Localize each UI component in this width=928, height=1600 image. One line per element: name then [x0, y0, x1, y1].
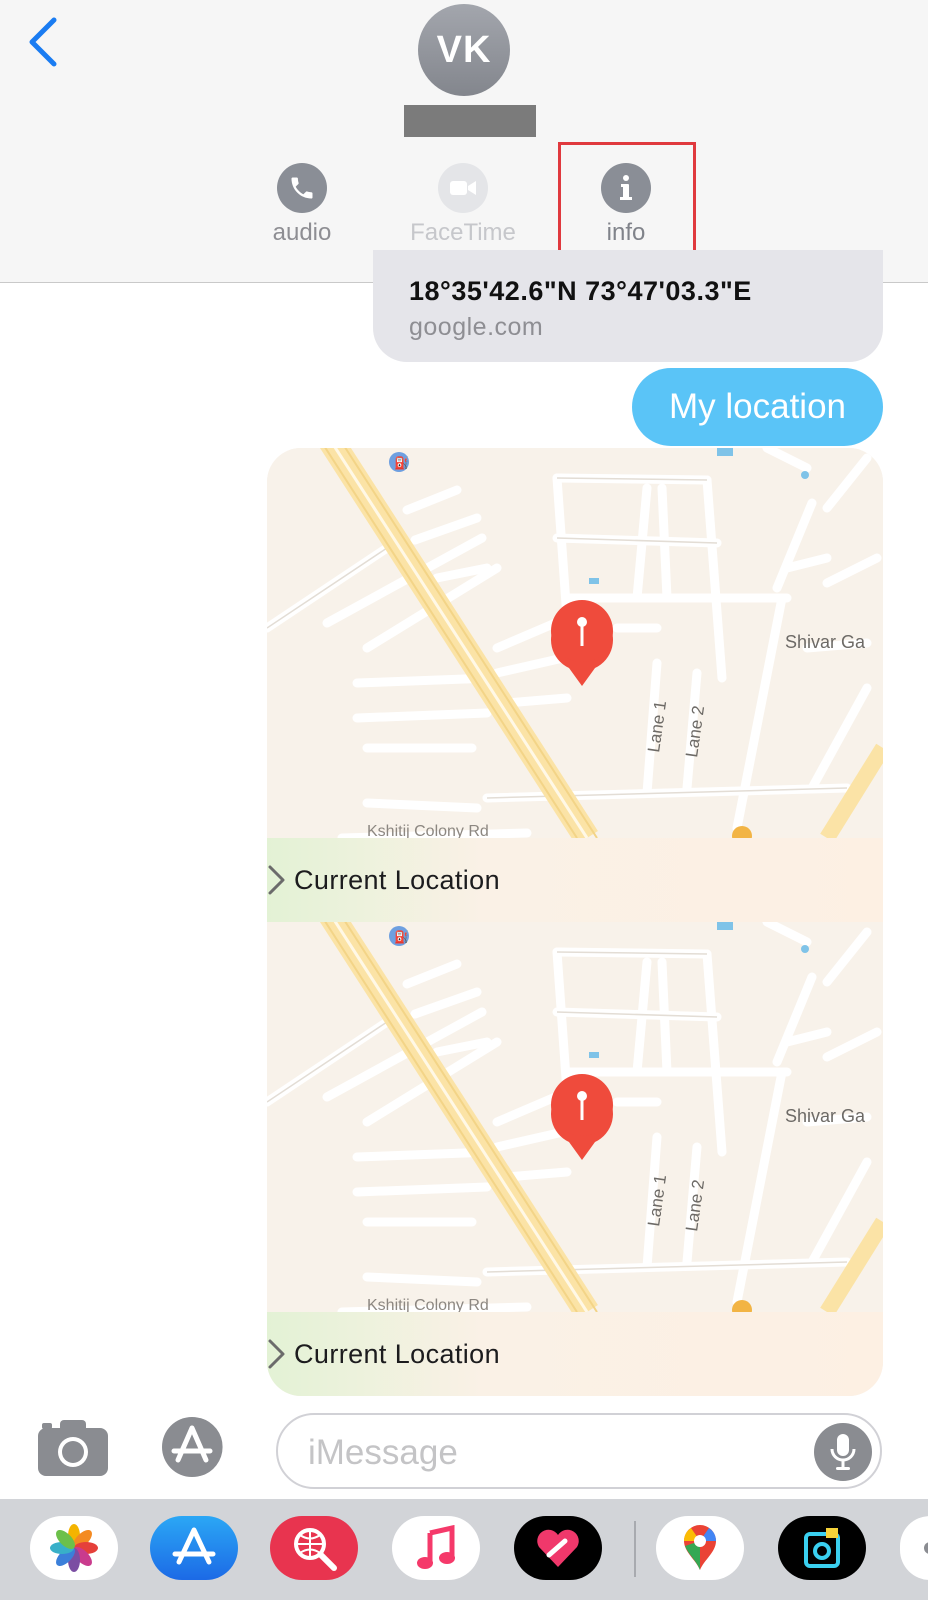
chevron-right-icon [268, 865, 285, 895]
link-preview-title: 18°35'42.6"N 73°47'03.3"E [409, 276, 752, 306]
phone-icon [277, 163, 327, 213]
location-card-footer[interactable]: Current Location [267, 838, 883, 922]
audio-call-button[interactable]: audio [247, 163, 357, 247]
digital-touch-icon[interactable] [514, 1516, 602, 1580]
link-preview-bubble[interactable]: 18°35'42.6"N 73°47'03.3"E google.com [373, 250, 883, 362]
current-location-label: Current Location [294, 1338, 501, 1369]
link-preview-domain: google.com [409, 313, 544, 341]
message-bubble[interactable]: My location [632, 368, 883, 446]
facetime-button[interactable]: FaceTime [408, 163, 518, 247]
location-card-footer[interactable]: Current Location [267, 1312, 883, 1396]
app-store-icon[interactable] [150, 1516, 238, 1580]
camera-app-icon[interactable] [778, 1516, 866, 1580]
conversation-header: VK audio FaceTime info [0, 0, 928, 283]
svg-text:⛽: ⛽ [394, 930, 409, 944]
microphone-icon [830, 1434, 856, 1470]
location-card[interactable]: ⛽ Shivar Ga Lane 1 Lane 2 Kshitij Colony… [267, 448, 883, 922]
map-label-road: Kshitij Colony Rd [367, 1297, 489, 1312]
photos-app-icon[interactable] [30, 1516, 118, 1580]
chevron-right-icon [268, 1339, 285, 1369]
contact-avatar[interactable]: VK [418, 4, 510, 96]
back-button[interactable] [24, 14, 64, 70]
message-text-input[interactable] [306, 1427, 780, 1479]
more-apps-icon[interactable] [900, 1516, 928, 1580]
map-label-road: Kshitij Colony Rd [367, 823, 489, 838]
video-camera-icon [438, 163, 488, 213]
app-strip-divider [634, 1521, 636, 1577]
map-label-area: Shivar Ga [785, 632, 866, 652]
facetime-label: FaceTime [410, 219, 516, 246]
microphone-button[interactable] [814, 1423, 872, 1481]
message-input-field[interactable] [276, 1413, 882, 1489]
map-preview: ⛽ Shivar Ga Lane 1 Lane 2 Kshitij Colony… [267, 922, 883, 1312]
current-location-label: Current Location [294, 864, 501, 895]
app-store-icon [162, 1417, 223, 1477]
camera-button[interactable] [36, 1418, 110, 1478]
svg-text:⛽: ⛽ [394, 456, 409, 470]
imessage-app-strip [0, 1499, 928, 1600]
google-maps-icon[interactable] [656, 1516, 744, 1580]
map-label-area: Shivar Ga [785, 1106, 866, 1126]
chevron-left-icon [29, 17, 57, 67]
map-preview: ⛽ Shivar Ga Lane 1 Lane 2 Kshitij Colony… [267, 448, 883, 838]
avatar-initials: VK [436, 28, 492, 71]
camera-icon [38, 1420, 108, 1476]
audio-label: audio [272, 219, 332, 246]
image-search-app-icon[interactable] [270, 1516, 358, 1580]
message-text: My location [668, 387, 847, 426]
app-store-drawer-button[interactable] [156, 1414, 236, 1480]
music-app-icon[interactable] [392, 1516, 480, 1580]
location-card[interactable]: ⛽ Shivar Ga Lane 1 Lane 2 Kshitij Colony… [267, 922, 883, 1396]
contact-name-redacted[interactable] [404, 105, 536, 137]
